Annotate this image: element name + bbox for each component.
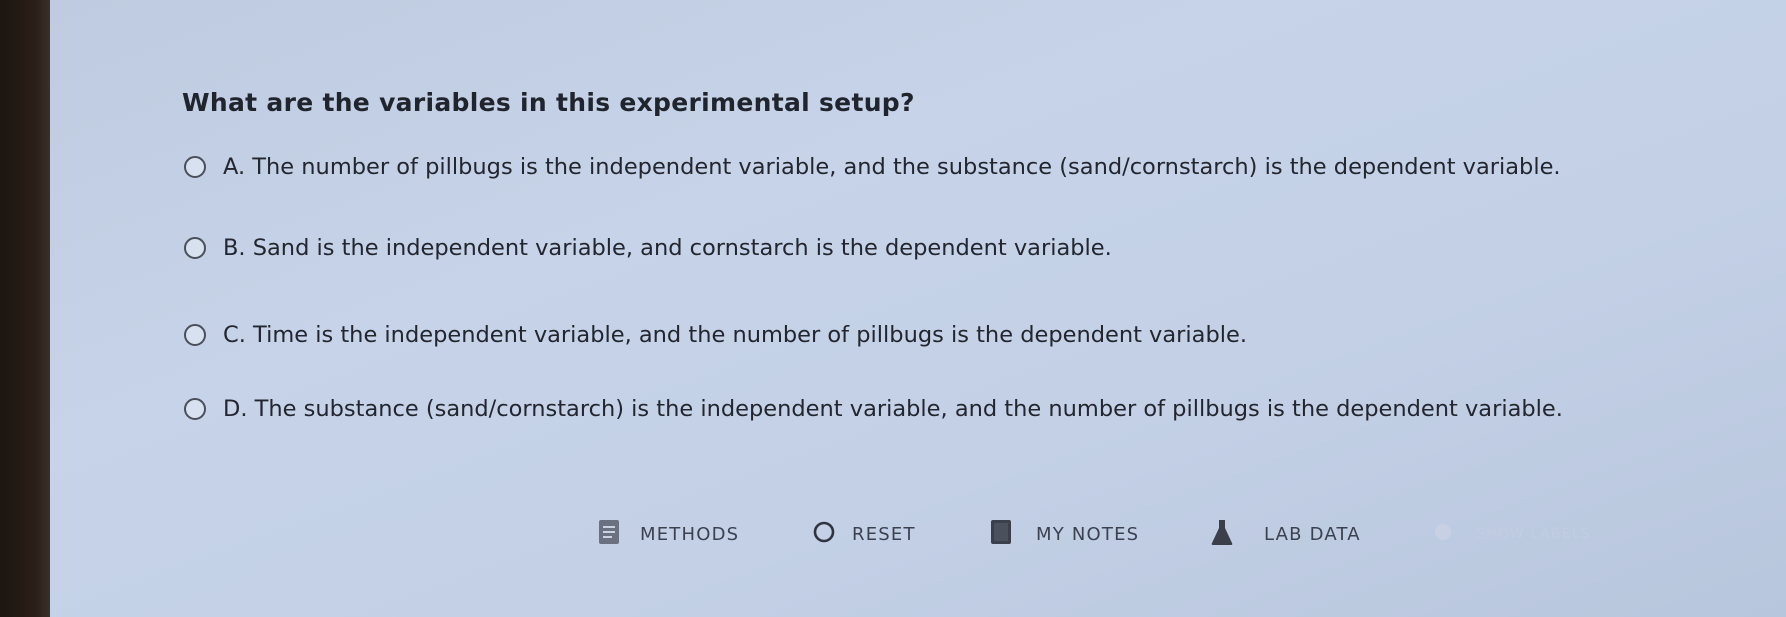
radio-button-b[interactable] — [184, 237, 206, 259]
radio-button-d[interactable] — [184, 398, 206, 420]
choice-b[interactable]: B. Sand is the independent variable, and… — [184, 235, 1112, 261]
quiz-screen: What are the variables in this experimen… — [50, 0, 1786, 617]
choice-d-label: D. The substance (sand/cornstarch) is th… — [223, 396, 1563, 422]
choice-b-label: B. Sand is the independent variable, and… — [223, 235, 1112, 261]
show-labels-label: SHOW LABELS — [1476, 526, 1591, 542]
monitor-bezel — [0, 0, 50, 617]
methods-label: METHODS — [640, 523, 740, 545]
methods-button[interactable]: METHODS — [598, 516, 739, 552]
radio-button-c[interactable] — [184, 324, 206, 346]
lab-data-label: LAB DATA — [1264, 523, 1361, 545]
document-icon — [598, 519, 620, 549]
reset-icon — [812, 520, 836, 548]
choice-c[interactable]: C. Time is the independent variable, and… — [184, 322, 1247, 348]
notes-icon — [990, 519, 1012, 549]
choice-c-label: C. Time is the independent variable, and… — [223, 322, 1247, 348]
reset-label: RESET — [852, 523, 916, 545]
lab-data-button[interactable]: LAB DATA — [1210, 516, 1361, 552]
choice-a-label: A. The number of pillbugs is the indepen… — [223, 154, 1561, 180]
my-notes-label: MY NOTES — [1036, 523, 1140, 545]
choice-d[interactable]: D. The substance (sand/cornstarch) is th… — [184, 396, 1563, 422]
show-labels-button[interactable]: SHOW LABELS — [1432, 516, 1591, 552]
flask-icon — [1210, 518, 1234, 550]
question-text: What are the variables in this experimen… — [182, 88, 915, 117]
reset-button[interactable]: RESET — [812, 516, 916, 552]
radio-button-a[interactable] — [184, 156, 206, 178]
my-notes-button[interactable]: MY NOTES — [990, 516, 1139, 552]
tag-icon — [1432, 521, 1454, 547]
choice-a[interactable]: A. The number of pillbugs is the indepen… — [184, 154, 1561, 180]
